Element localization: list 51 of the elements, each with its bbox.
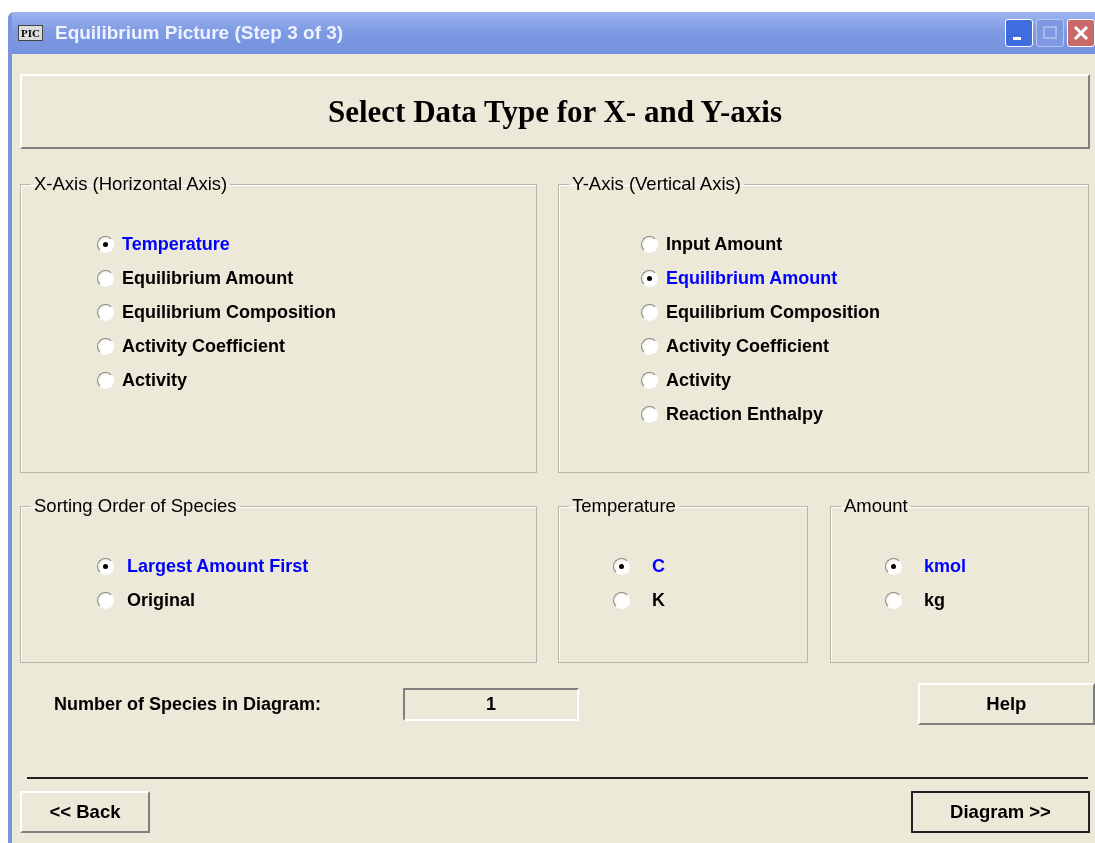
radio-button[interactable] (97, 337, 114, 355)
group-title: X-Axis (Horizontal Axis) (33, 173, 229, 195)
radio-option[interactable]: kg (885, 589, 1088, 611)
close-icon (1071, 23, 1091, 43)
app-icon: PIC (18, 25, 43, 41)
window-title: Equilibrium Picture (Step 3 of 3) (54, 22, 345, 44)
radio-option[interactable]: Reaction Enthalpy (641, 403, 1088, 425)
radio-button[interactable] (97, 235, 114, 253)
species-count-label: Number of Species in Diagram: (54, 693, 323, 715)
group-title: Y-Axis (Vertical Axis) (571, 173, 742, 195)
radio-button[interactable] (885, 591, 902, 609)
radio-button[interactable] (641, 371, 658, 389)
radio-option[interactable]: Equilibrium Composition (641, 301, 1088, 323)
radio-button[interactable] (641, 337, 658, 355)
radio-button[interactable] (97, 557, 114, 575)
radio-button[interactable] (641, 269, 658, 287)
radio-option[interactable]: Temperature (97, 233, 536, 255)
minimize-button[interactable] (1005, 19, 1033, 47)
radio-option[interactable]: Input Amount (641, 233, 1088, 255)
radio-button[interactable] (885, 557, 902, 575)
radio-button[interactable] (97, 371, 114, 389)
radio-option[interactable]: Original (97, 589, 536, 611)
diagram-button[interactable]: Diagram >> (911, 791, 1090, 833)
radio-option[interactable]: Activity Coefficient (97, 335, 536, 357)
minimize-icon (1013, 36, 1021, 40)
radio-button[interactable] (97, 303, 114, 321)
species-count-field: 1 (403, 687, 579, 721)
radio-option[interactable]: kmol (885, 555, 1088, 577)
group-title: Sorting Order of Species (33, 495, 238, 517)
radio-button[interactable] (641, 235, 658, 253)
close-button[interactable] (1067, 19, 1095, 47)
radio-option[interactable]: Equilibrium Composition (97, 301, 536, 323)
radio-option[interactable]: C (613, 555, 807, 577)
radio-option[interactable]: Equilibrium Amount (641, 267, 1088, 289)
radio-option[interactable]: Equilibrium Amount (97, 267, 536, 289)
group-title: Amount (843, 495, 909, 517)
radio-option[interactable]: K (613, 589, 807, 611)
group-title: Temperature (571, 495, 677, 517)
radio-option[interactable]: Largest Amount First (97, 555, 536, 577)
radio-button[interactable] (641, 405, 658, 423)
radio-button[interactable] (641, 303, 658, 321)
heading-text: Select Data Type for X- and Y-axis (327, 93, 783, 130)
radio-button[interactable] (97, 269, 114, 287)
help-button[interactable]: Help (917, 683, 1095, 725)
radio-button[interactable] (97, 591, 114, 609)
radio-option[interactable]: Activity (97, 369, 536, 391)
back-button[interactable]: << Back (20, 791, 150, 833)
radio-button[interactable] (613, 591, 630, 609)
radio-option[interactable]: Activity (641, 369, 1088, 391)
radio-button[interactable] (613, 557, 630, 575)
radio-option[interactable]: Activity Coefficient (641, 335, 1088, 357)
